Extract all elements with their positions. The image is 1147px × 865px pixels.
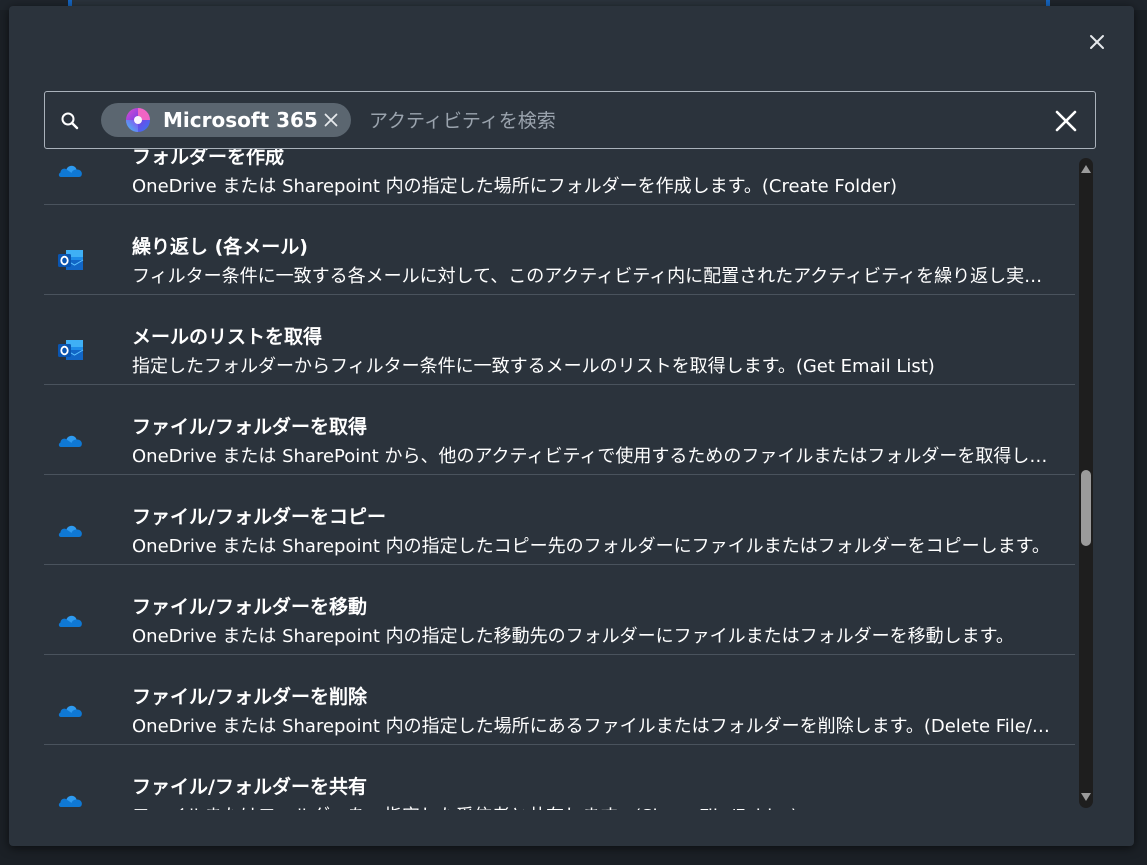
activity-title: メールのリストを取得 [132, 326, 323, 348]
activity-description: フィルター条件に一致する各メールに対して、このアクティビティ内に配置されたアクテ… [132, 266, 1057, 287]
activity-search-input[interactable] [367, 104, 1031, 138]
activity-picker-dialog: Microsoft 365 フォルダーを作成OneDrive または Share… [9, 6, 1134, 846]
activity-title: ファイル/フォルダーを削除 [132, 686, 367, 708]
onedrive-cloud-icon [57, 697, 85, 723]
activity-list-item[interactable]: メールのリストを取得指定したフォルダーからフィルター条件に一致するメールのリスト… [44, 295, 1075, 385]
onedrive-cloud-icon [57, 787, 85, 810]
microsoft-365-logo-icon [126, 108, 150, 132]
activity-list-item[interactable]: 繰り返し (各メール) フィルター条件に一致する各メールに対して、このアクティビテ… [44, 205, 1075, 295]
scrollbar-thumb[interactable] [1081, 470, 1091, 546]
activity-title: 繰り返し (各メール) [132, 236, 308, 258]
activity-search-box[interactable]: Microsoft 365 [44, 91, 1096, 149]
activity-list-item[interactable]: ファイル/フォルダーを共有ファイルまたはフォルダーを、指定した受信者と共有します… [44, 745, 1075, 810]
outlook-icon [57, 247, 85, 273]
activity-title: ファイル/フォルダーを共有 [132, 776, 367, 798]
scroll-down-arrow-icon[interactable] [1080, 791, 1092, 803]
onedrive-cloud-icon [57, 427, 85, 453]
activity-description: OneDrive または Sharepoint 内の指定した移動先のフォルダーに… [132, 626, 1014, 647]
activity-description: OneDrive または Sharepoint 内の指定したコピー先のフォルダー… [132, 536, 1050, 557]
activity-list-item[interactable]: ファイル/フォルダーをコピー OneDrive または Sharepoint 内の… [44, 475, 1075, 565]
search-icon [61, 112, 79, 130]
activity-description: OneDrive または Sharepoint 内の指定した場所にフォルダーを作… [132, 176, 898, 197]
close-icon [1090, 35, 1104, 49]
activity-title: ファイル/フォルダーをコピー [132, 506, 386, 528]
close-dialog-button[interactable] [1085, 30, 1109, 54]
clear-search-icon[interactable] [1053, 108, 1079, 134]
activity-description: 指定したフォルダーからフィルター条件に一致するメールのリストを取得します。(Ge… [132, 356, 935, 377]
activity-list-item[interactable]: ファイル/フォルダーを移動 OneDrive または Sharepoint 内の指… [44, 565, 1075, 655]
onedrive-cloud-icon [57, 517, 85, 543]
activity-title: ファイル/フォルダーを移動 [132, 596, 367, 618]
scroll-up-arrow-icon[interactable] [1080, 163, 1092, 175]
activity-list: フォルダーを作成 OneDrive または Sharepoint 内の指定した場所… [44, 145, 1075, 810]
activity-description: OneDrive または Sharepoint 内の指定した場所にあるファイルま… [132, 716, 1057, 737]
activity-list-item[interactable]: ファイル/フォルダーを削除 OneDrive または Sharepoint 内の指… [44, 655, 1075, 745]
activity-list-item[interactable]: フォルダーを作成 OneDrive または Sharepoint 内の指定した場所… [44, 145, 1075, 205]
close-icon [324, 113, 338, 127]
outlook-icon [57, 337, 85, 363]
activity-description: ファイルまたはフォルダーを、指定した受信者と共有します。(Share File/… [132, 802, 1057, 810]
filter-chip-label: Microsoft 365 [163, 108, 318, 132]
activity-list-item[interactable]: ファイル/フォルダーを取得 OneDrive または SharePoint から、… [44, 385, 1075, 475]
onedrive-cloud-icon [57, 157, 85, 183]
microsoft-365-filter-chip[interactable]: Microsoft 365 [101, 103, 351, 137]
activity-description: OneDrive または SharePoint から、他のアクティビティで使用す… [132, 446, 1057, 467]
activity-title: ファイル/フォルダーを取得 [132, 416, 367, 438]
activity-list-scrollbar[interactable] [1075, 158, 1097, 808]
remove-filter-button[interactable] [322, 111, 340, 129]
onedrive-cloud-icon [57, 607, 85, 633]
